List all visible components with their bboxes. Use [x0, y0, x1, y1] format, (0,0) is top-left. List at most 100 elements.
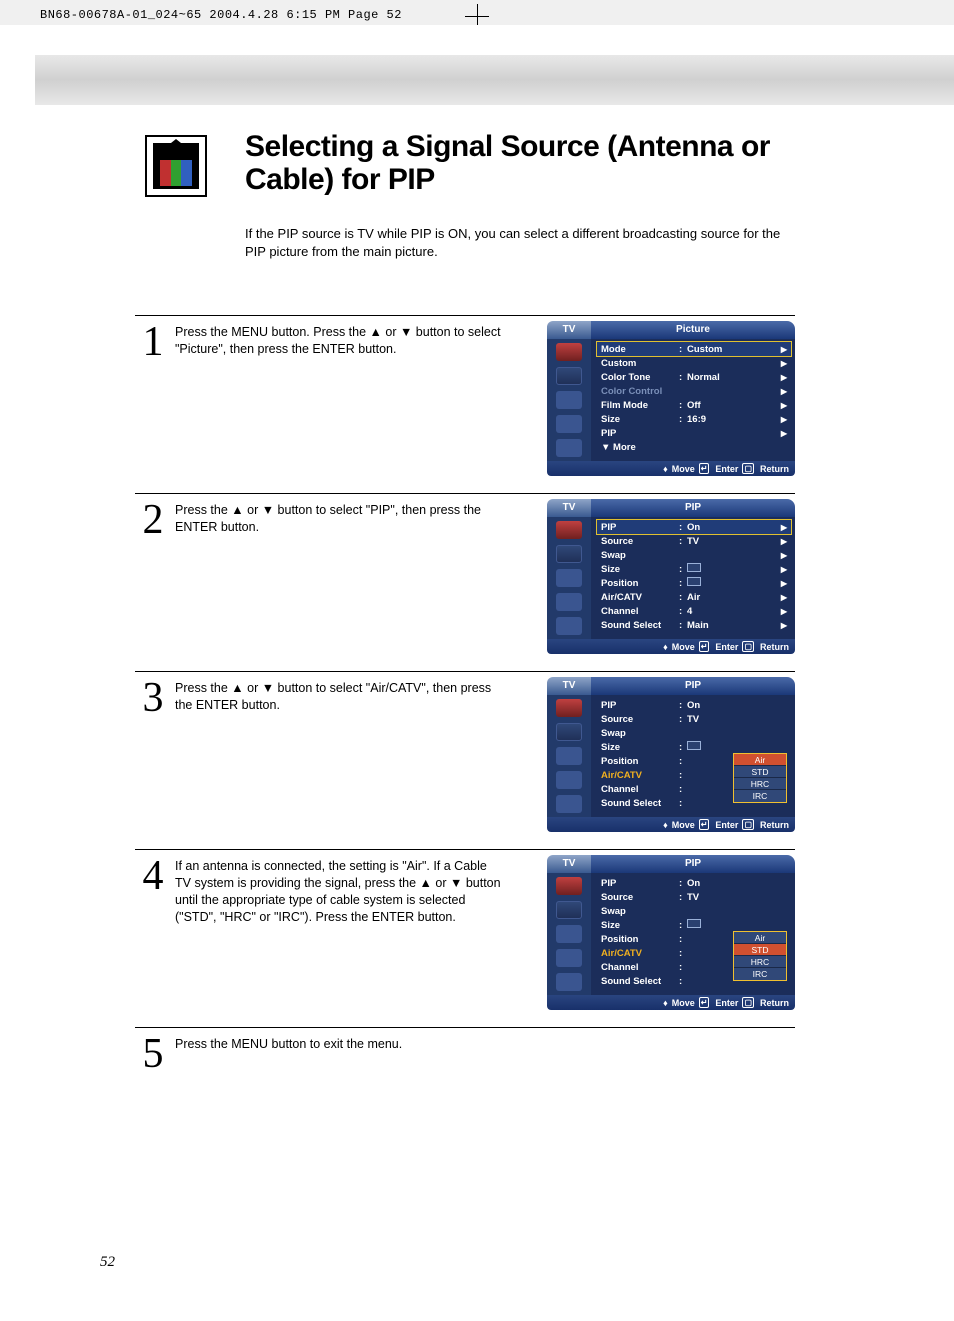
menu-row-swap[interactable]: Swap▶	[597, 548, 791, 562]
size-icon	[687, 563, 701, 572]
step-1: 1 Press the MENU button. Press the ▲ or …	[135, 315, 795, 493]
menu-row-custom[interactable]: Custom▶	[597, 356, 791, 370]
menu-row-source[interactable]: Source:TV	[597, 712, 791, 726]
osd-tv-label: TV	[547, 321, 591, 339]
sidebar-icon	[556, 391, 582, 409]
osd-sidebar	[547, 695, 591, 817]
step-4: 4 If an antenna is connected, the settin…	[135, 849, 795, 1027]
sidebar-icon	[556, 949, 582, 967]
menu-row-size[interactable]: Size:	[597, 918, 791, 932]
sidebar-icon	[556, 795, 582, 813]
step-5: 5 Press the MENU button to exit the menu…	[135, 1027, 795, 1087]
header-band	[35, 55, 954, 105]
position-icon	[687, 577, 701, 586]
option-std[interactable]: STD	[734, 944, 786, 956]
menu-row-filmmode[interactable]: Film Mode:Off▶	[597, 398, 791, 412]
sidebar-icon	[556, 771, 582, 789]
steps-container: 1 Press the MENU button. Press the ▲ or …	[135, 315, 795, 1087]
menu-row-mode[interactable]: Mode:Custom▶	[597, 342, 791, 356]
sidebar-icon	[556, 617, 582, 635]
step-text: Press the ▲ or ▼ button to select "Air/C…	[171, 680, 516, 837]
osd-pip-aircatv: TV PIP PIP:On Source:TV Swap	[547, 677, 795, 832]
option-hrc[interactable]: HRC	[734, 778, 786, 790]
osd-footer: ♦Move ↵Enter ▢Return	[547, 817, 795, 832]
option-std[interactable]: STD	[734, 766, 786, 778]
page: Selecting a Signal Source (Antenna or Ca…	[0, 25, 954, 1321]
osd-title: PIP	[591, 855, 795, 873]
osd-title: PIP	[591, 677, 795, 695]
option-hrc[interactable]: HRC	[734, 956, 786, 968]
step-text: Press the MENU button. Press the ▲ or ▼ …	[171, 324, 516, 481]
menu-row-source[interactable]: Source:TV▶	[597, 534, 791, 548]
size-icon	[687, 741, 701, 750]
osd-footer: ♦Move ↵Enter ▢Return	[547, 639, 795, 654]
sidebar-icon	[556, 747, 582, 765]
sidebar-icon	[556, 877, 582, 895]
menu-row-colorcontrol: Color Control▶	[597, 384, 791, 398]
menu-row-source[interactable]: Source:TV	[597, 890, 791, 904]
menu-row-more[interactable]: ▼ More	[597, 440, 791, 454]
sidebar-icon	[556, 343, 582, 361]
step-number: 1	[135, 324, 171, 481]
sidebar-icon	[556, 439, 582, 457]
sidebar-icon	[556, 545, 582, 563]
step-text: Press the MENU button to exit the menu.	[171, 1036, 516, 1075]
tv-icon	[145, 135, 207, 197]
step-number: 2	[135, 502, 171, 659]
sidebar-icon	[556, 925, 582, 943]
menu-row-aircatv[interactable]: Air/CATV:Air▶	[597, 590, 791, 604]
step-2: 2 Press the ▲ or ▼ button to select "PIP…	[135, 493, 795, 671]
osd-title: Picture	[591, 321, 795, 339]
menu-row-soundselect[interactable]: Sound Select:Main▶	[597, 618, 791, 632]
menu-row-channel[interactable]: Channel:4▶	[597, 604, 791, 618]
menu-row-size[interactable]: Size:	[597, 740, 791, 754]
step-number: 5	[135, 1036, 171, 1075]
sidebar-icon	[556, 723, 582, 741]
sidebar-icon	[556, 901, 582, 919]
osd-sidebar	[547, 517, 591, 639]
step-number: 3	[135, 680, 171, 837]
step-3: 3 Press the ▲ or ▼ button to select "Air…	[135, 671, 795, 849]
menu-row-colortone[interactable]: Color Tone:Normal▶	[597, 370, 791, 384]
print-header: BN68-00678A-01_024~65 2004.4.28 6:15 PM …	[40, 8, 402, 22]
aircatv-options[interactable]: Air STD HRC IRC	[733, 931, 787, 981]
menu-row-size[interactable]: Size:▶	[597, 562, 791, 576]
sidebar-icon	[556, 699, 582, 717]
menu-row-pip[interactable]: PIP:On▶	[597, 520, 791, 534]
osd-footer: ♦Move ↵Enter ▢Return	[547, 995, 795, 1010]
option-air[interactable]: Air	[734, 932, 786, 944]
option-irc[interactable]: IRC	[734, 790, 786, 802]
osd-title: PIP	[591, 499, 795, 517]
sidebar-icon	[556, 569, 582, 587]
sidebar-icon	[556, 973, 582, 991]
sidebar-icon	[556, 521, 582, 539]
osd-tv-label: TV	[547, 855, 591, 873]
osd-tv-label: TV	[547, 499, 591, 517]
osd-sidebar	[547, 339, 591, 461]
page-number: 52	[100, 1254, 115, 1271]
osd-tv-label: TV	[547, 677, 591, 695]
menu-row-pip[interactable]: PIP:On	[597, 698, 791, 712]
sidebar-icon	[556, 593, 582, 611]
menu-row-swap[interactable]: Swap	[597, 726, 791, 740]
step-text: Press the ▲ or ▼ button to select "PIP",…	[171, 502, 516, 659]
osd-footer: ♦Move ↵Enter ▢Return	[547, 461, 795, 476]
osd-picture-menu: TV Picture Mode:Custom▶ Custom▶ Color	[547, 321, 795, 476]
step-number: 4	[135, 858, 171, 1015]
menu-row-pip[interactable]: PIP:On	[597, 876, 791, 890]
page-title: Selecting a Signal Source (Antenna or Ca…	[245, 130, 785, 196]
osd-pip-menu: TV PIP PIP:On▶ Source:TV▶ Swap▶	[547, 499, 795, 654]
menu-row-pip[interactable]: PIP▶	[597, 426, 791, 440]
osd-sidebar	[547, 873, 591, 995]
menu-row-swap[interactable]: Swap	[597, 904, 791, 918]
osd-pip-aircatv-std: TV PIP PIP:On Source:TV Swap	[547, 855, 795, 1010]
option-irc[interactable]: IRC	[734, 968, 786, 980]
option-air[interactable]: Air	[734, 754, 786, 766]
menu-row-position[interactable]: Position:▶	[597, 576, 791, 590]
sidebar-icon	[556, 367, 582, 385]
step-text: If an antenna is connected, the setting …	[171, 858, 516, 1015]
aircatv-options[interactable]: Air STD HRC IRC	[733, 753, 787, 803]
menu-row-size[interactable]: Size:16:9▶	[597, 412, 791, 426]
intro-text: If the PIP source is TV while PIP is ON,…	[245, 225, 785, 261]
size-icon	[687, 919, 701, 928]
